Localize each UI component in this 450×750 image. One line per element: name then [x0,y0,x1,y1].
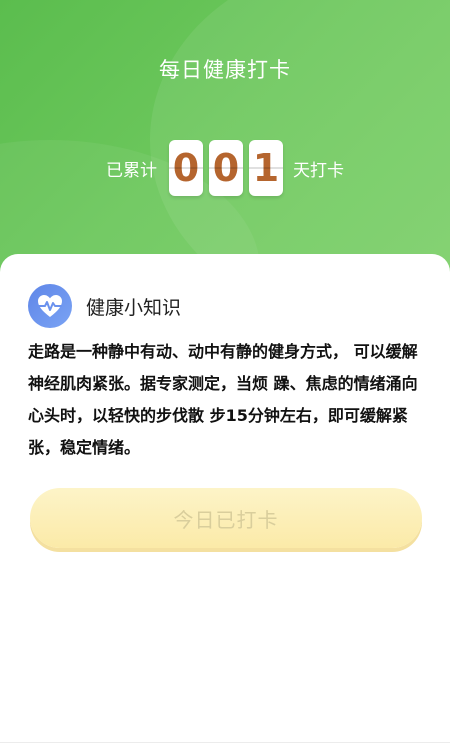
bottom-tab-bar[interactable] [0,742,450,750]
counter-digit: 0 [209,140,243,196]
tab-icon-partial[interactable] [166,743,174,749]
counter-suffix: 天打卡 [293,160,344,181]
tip-text: 走路是一种静中有动、动中有静的健身方式， 可以缓解神经肌肉紧张。据专家测定，当烦… [28,342,418,457]
page-title: 每日健康打卡 [159,58,291,82]
tip-title: 健康小知识 [86,296,182,319]
tab-icon-partial[interactable] [278,743,286,749]
counter-digit: 1 [249,140,283,196]
heart-pulse-icon [28,284,72,328]
tab-icon-partial[interactable] [58,743,66,749]
checkin-button[interactable]: 今日已打卡 [30,488,422,548]
health-tip-card: 健康小知识 走路是一种静中有动、动中有静的健身方式， 可以缓解神经肌肉紧张。据专… [0,254,450,750]
tip-header: 健康小知识 [28,284,181,328]
counter-prefix: 已累计 [106,160,157,181]
tab-icon-partial[interactable] [390,743,398,749]
counter-digit: 0 [169,140,203,196]
checkin-counter: 已累计 0 0 1 天打卡 [0,138,450,198]
counter-digits: 0 0 1 [169,140,283,196]
